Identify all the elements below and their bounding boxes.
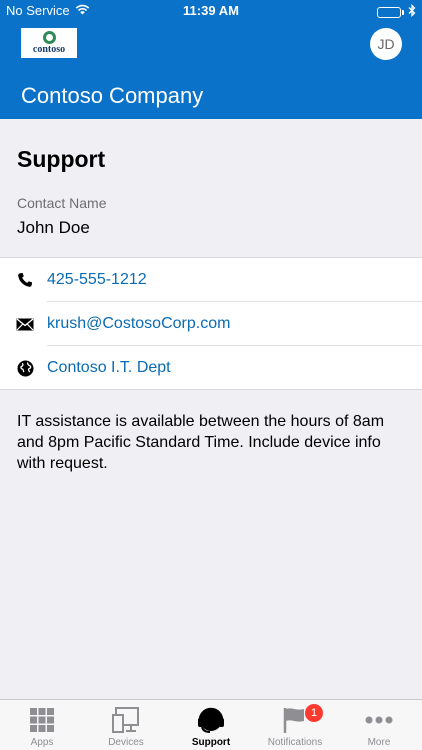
- phone-row[interactable]: 425-555-1212: [0, 258, 422, 302]
- mail-icon: [15, 314, 35, 334]
- contact-name-value: John Doe: [17, 218, 90, 237]
- more-dots-icon: [365, 706, 393, 734]
- email-row[interactable]: krush@CostosoCorp.com: [0, 302, 422, 346]
- tab-bar: Apps Devices Support Notifications More …: [0, 699, 422, 750]
- logo-ring-icon: [42, 31, 56, 44]
- tab-label: Support: [191, 737, 231, 748]
- tab-more[interactable]: More: [337, 700, 421, 750]
- user-avatar[interactable]: JD: [370, 28, 402, 60]
- notification-badge: 1: [305, 704, 323, 722]
- clock: 11:39 AM: [183, 3, 239, 18]
- tab-label: Devices: [108, 737, 144, 748]
- status-right: [377, 3, 416, 20]
- website-link[interactable]: Contoso I.T. Dept: [47, 359, 171, 377]
- status-bar: No Service 11:39 AM: [0, 0, 422, 22]
- devices-icon: [112, 706, 140, 734]
- support-info-text: IT assistance is available between the h…: [17, 413, 385, 472]
- globe-icon: [15, 358, 35, 378]
- tab-devices[interactable]: Devices: [84, 700, 168, 750]
- phone-link[interactable]: 425-555-1212: [47, 271, 147, 289]
- website-row[interactable]: Contoso I.T. Dept: [0, 346, 422, 390]
- tab-apps[interactable]: Apps: [0, 700, 84, 750]
- contact-list: 425-555-1212 krush@CostosoCorp.com Conto…: [0, 257, 422, 390]
- tab-label: More: [367, 737, 391, 748]
- headset-icon: [197, 706, 225, 734]
- apps-grid-icon: [28, 706, 56, 734]
- battery-icon: [377, 6, 404, 18]
- contact-name-label: Contact Name: [17, 195, 107, 211]
- tab-support[interactable]: Support: [169, 700, 253, 750]
- app-header: contoso JD Contoso Company: [0, 22, 422, 119]
- tab-label: Notifications: [267, 737, 323, 748]
- page-title: Support: [17, 146, 106, 172]
- phone-icon: [15, 270, 35, 290]
- logo-wordmark: contoso: [32, 44, 66, 55]
- tab-label: Apps: [30, 737, 54, 748]
- bluetooth-icon: [408, 3, 416, 20]
- company-logo: contoso: [21, 28, 77, 58]
- tab-notifications[interactable]: Notifications: [253, 700, 337, 750]
- company-title: Contoso Company: [21, 83, 204, 108]
- email-link[interactable]: krush@CostosoCorp.com: [47, 315, 230, 333]
